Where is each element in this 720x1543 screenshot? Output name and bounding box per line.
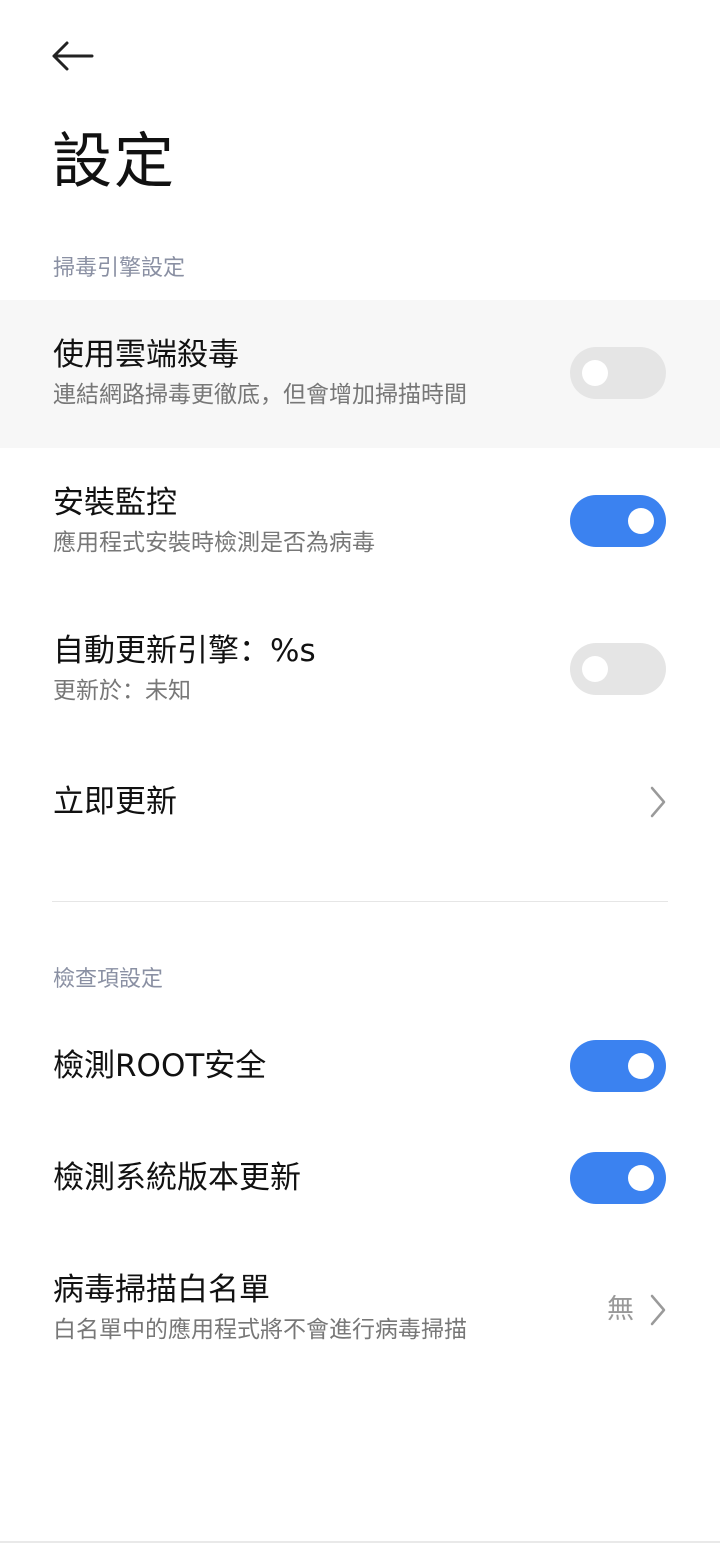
setting-row-install-monitor[interactable]: 安裝監控 應用程式安裝時檢測是否為病毒 (0, 448, 720, 596)
setting-subtitle: 更新於：未知 (53, 678, 191, 704)
back-button[interactable] (40, 30, 104, 82)
setting-title: 檢測ROOT安全 (53, 1048, 267, 1084)
auto-update-engine-toggle[interactable] (570, 643, 666, 695)
detect-system-update-toggle[interactable] (570, 1152, 666, 1204)
setting-title: 自動更新引擎：%s (53, 633, 316, 669)
setting-title: 使用雲端殺毒 (53, 337, 239, 373)
toggle-knob (628, 1165, 654, 1191)
toggle-knob (582, 360, 608, 386)
setting-title: 檢測系統版本更新 (53, 1160, 301, 1196)
whitelist-value: 無 (607, 1294, 634, 1325)
setting-title: 病毒掃描白名單 (53, 1272, 270, 1308)
toggle-knob (628, 1053, 654, 1079)
setting-row-scan-whitelist[interactable]: 病毒掃描白名單 白名單中的應用程式將不會進行病毒掃描 無 (0, 1234, 720, 1384)
cloud-antivirus-toggle[interactable] (570, 347, 666, 399)
install-monitor-toggle[interactable] (570, 495, 666, 547)
toggle-knob (628, 508, 654, 534)
detect-root-toggle[interactable] (570, 1040, 666, 1092)
setting-subtitle: 應用程式安裝時檢測是否為病毒 (53, 530, 375, 556)
setting-row-detect-root[interactable]: 檢測ROOT安全 (0, 1010, 720, 1122)
section-header-check-items: 檢查項設定 (53, 967, 164, 992)
setting-subtitle: 白名單中的應用程式將不會進行病毒掃描 (53, 1317, 467, 1343)
setting-row-auto-update-engine[interactable]: 自動更新引擎：%s 更新於：未知 (0, 596, 720, 744)
setting-row-detect-system-update[interactable]: 檢測系統版本更新 (0, 1122, 720, 1234)
chevron-right-icon (650, 1294, 666, 1326)
setting-subtitle: 連結網路掃毒更徹底，但會增加掃描時間 (53, 382, 467, 408)
page-title: 設定 (52, 127, 176, 197)
section-header-engine: 掃毒引擎設定 (53, 256, 186, 281)
arrow-left-icon (52, 41, 94, 71)
setting-row-cloud-antivirus[interactable]: 使用雲端殺毒 連結網路掃毒更徹底，但會增加掃描時間 (0, 300, 720, 448)
section-divider (52, 901, 668, 902)
setting-title: 立即更新 (53, 784, 177, 820)
chevron-right-icon (650, 786, 666, 818)
toggle-knob (582, 656, 608, 682)
setting-row-update-now[interactable]: 立即更新 (0, 744, 720, 860)
setting-title: 安裝監控 (53, 485, 177, 521)
